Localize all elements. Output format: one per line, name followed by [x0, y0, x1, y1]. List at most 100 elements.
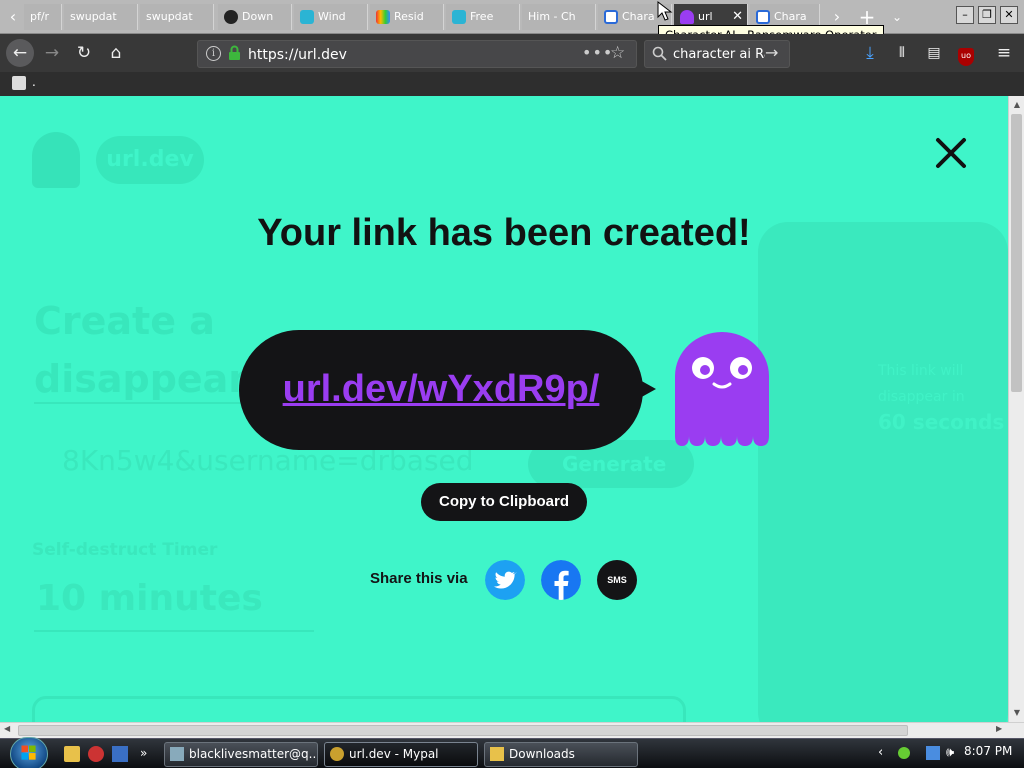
page-content: url.dev Create a disappearing link 8Kn5w… [0, 96, 1008, 722]
sms-share-button[interactable]: SMS [597, 560, 637, 600]
tab-label: pf/r [30, 10, 50, 23]
background-timer-value: 10 minutes [36, 578, 263, 619]
vertical-scrollbar[interactable]: ▲ ▼ [1008, 96, 1024, 722]
taskbar-item-email[interactable]: blacklivesmatter@q... [164, 742, 318, 767]
tab-1[interactable]: pf/r [24, 4, 62, 30]
background-timer-underline [34, 630, 314, 632]
taskbar-item-label: Downloads [509, 747, 575, 761]
quicklaunch-browser-icon[interactable] [88, 746, 104, 762]
tab-list-chevron-icon[interactable]: ⌄ [886, 6, 908, 28]
horizontal-scroll-thumb[interactable] [18, 725, 908, 736]
share-label: Share this via [370, 570, 468, 587]
downloads-icon[interactable]: ⤓ [856, 39, 884, 67]
library-icon[interactable]: ⫴ [888, 39, 916, 67]
tab-scroll-left-icon[interactable]: ‹ [2, 6, 24, 28]
scroll-left-icon[interactable]: ◀ [4, 724, 10, 733]
tab-label: swupdat [146, 10, 193, 23]
background-generate-label: Generate [562, 452, 667, 476]
tray-expand-icon[interactable]: ‹ [878, 745, 883, 760]
bookmark-item[interactable]: . [32, 75, 36, 89]
tab-label: Down [242, 10, 274, 23]
tab-8[interactable]: Him - Ch [522, 4, 596, 30]
taskbar: » blacklivesmatter@q... url.dev - Mypal … [0, 737, 1024, 768]
tab-6[interactable]: Resid [370, 4, 444, 30]
tab-label: Wind [318, 10, 346, 23]
sidebar-icon[interactable]: ▤ [920, 39, 948, 67]
scroll-up-icon[interactable]: ▲ [1012, 100, 1022, 109]
background-phone-mockup [758, 222, 1008, 722]
back-icon[interactable]: ← [6, 39, 34, 67]
background-brand: url.dev [96, 136, 204, 184]
facebook-share-icon[interactable] [541, 560, 581, 600]
close-window-icon[interactable]: ✕ [1000, 6, 1018, 24]
puzzle-icon [452, 10, 466, 24]
ghost-icon [680, 10, 694, 24]
twitter-share-icon[interactable] [485, 560, 525, 600]
ublock-icon[interactable]: uo [952, 39, 980, 67]
reload-icon[interactable]: ↻ [70, 39, 98, 67]
address-bar[interactable]: i ••• ☆ [197, 40, 637, 68]
background-logo-icon [32, 132, 80, 188]
navigation-bar: ← → ↻ ⌂ i ••• ☆ → ⤓ ⫴ ▤ uo ≡ [0, 34, 1024, 72]
tab-label: url [698, 10, 713, 23]
close-modal-icon[interactable] [932, 134, 970, 172]
quicklaunch-folder-icon[interactable] [64, 746, 80, 762]
windows-logo-icon [21, 745, 36, 760]
short-link[interactable]: url.dev/wYxdR9p/ [239, 330, 643, 450]
background-card [32, 696, 686, 722]
folder-icon [490, 747, 504, 761]
tab-label: Resid [394, 10, 424, 23]
network-icon[interactable] [926, 746, 940, 760]
clock[interactable]: 8:07 PM [964, 744, 1012, 758]
tray-app-icon[interactable] [898, 747, 910, 759]
character-ai-icon [756, 10, 770, 24]
scroll-down-icon[interactable]: ▼ [1012, 708, 1022, 717]
w-icon [224, 10, 238, 24]
lock-icon [229, 45, 240, 60]
taskbar-item-label: url.dev - Mypal [349, 747, 439, 761]
background-phone-text: This link will disappear in [878, 363, 965, 405]
taskbar-item-label: blacklivesmatter@q... [189, 747, 318, 761]
character-ai-icon [604, 10, 618, 24]
rainbow-icon [376, 10, 390, 24]
taskbar-item-downloads[interactable]: Downloads [484, 742, 638, 767]
search-icon [652, 46, 667, 61]
restore-icon[interactable]: ❐ [978, 6, 996, 24]
vertical-scroll-thumb[interactable] [1011, 114, 1022, 392]
scroll-right-icon[interactable]: ▶ [996, 724, 1002, 733]
puzzle-icon [300, 10, 314, 24]
url-input[interactable] [248, 44, 548, 65]
forward-icon[interactable]: → [38, 39, 66, 67]
bookmark-favicon-icon [12, 76, 26, 90]
modal-title: Your link has been created! [257, 212, 751, 254]
tab-label: Him - Ch [528, 10, 576, 23]
quicklaunch-more-icon[interactable]: » [140, 746, 152, 762]
horizontal-scrollbar[interactable]: ◀ ▶ [0, 722, 1024, 738]
tab-2[interactable]: swupdat [64, 4, 138, 30]
tab-7[interactable]: Free [446, 4, 520, 30]
quicklaunch-desktop-icon[interactable] [112, 746, 128, 762]
menu-icon[interactable]: ≡ [990, 39, 1018, 67]
tab-label: Free [470, 10, 494, 23]
search-go-icon[interactable]: → [765, 43, 778, 62]
home-icon[interactable]: ⌂ [102, 39, 130, 67]
bookmarks-toolbar: . [0, 72, 1024, 96]
bookmark-star-icon[interactable]: ☆ [610, 43, 625, 63]
start-button[interactable] [10, 737, 48, 768]
page-actions-icon[interactable]: ••• [582, 43, 613, 62]
info-icon[interactable]: i [206, 46, 221, 61]
mouse-cursor-icon [657, 0, 673, 21]
tab-label: Chara [622, 10, 655, 23]
tab-label: Chara [774, 10, 807, 23]
minimize-icon[interactable]: – [956, 6, 974, 24]
mypal-icon [330, 747, 344, 761]
background-timer-label: Self-destruct Timer [32, 540, 218, 560]
search-bar[interactable]: → [644, 40, 790, 68]
copy-to-clipboard-button[interactable]: Copy to Clipboard [421, 483, 587, 521]
volume-icon[interactable]: 🕪 [946, 745, 954, 760]
tab-3[interactable]: swupdat [140, 4, 214, 30]
tab-5[interactable]: Wind [294, 4, 368, 30]
tab-4[interactable]: Down [218, 4, 292, 30]
search-input[interactable] [673, 44, 765, 65]
taskbar-item-browser[interactable]: url.dev - Mypal [324, 742, 478, 767]
